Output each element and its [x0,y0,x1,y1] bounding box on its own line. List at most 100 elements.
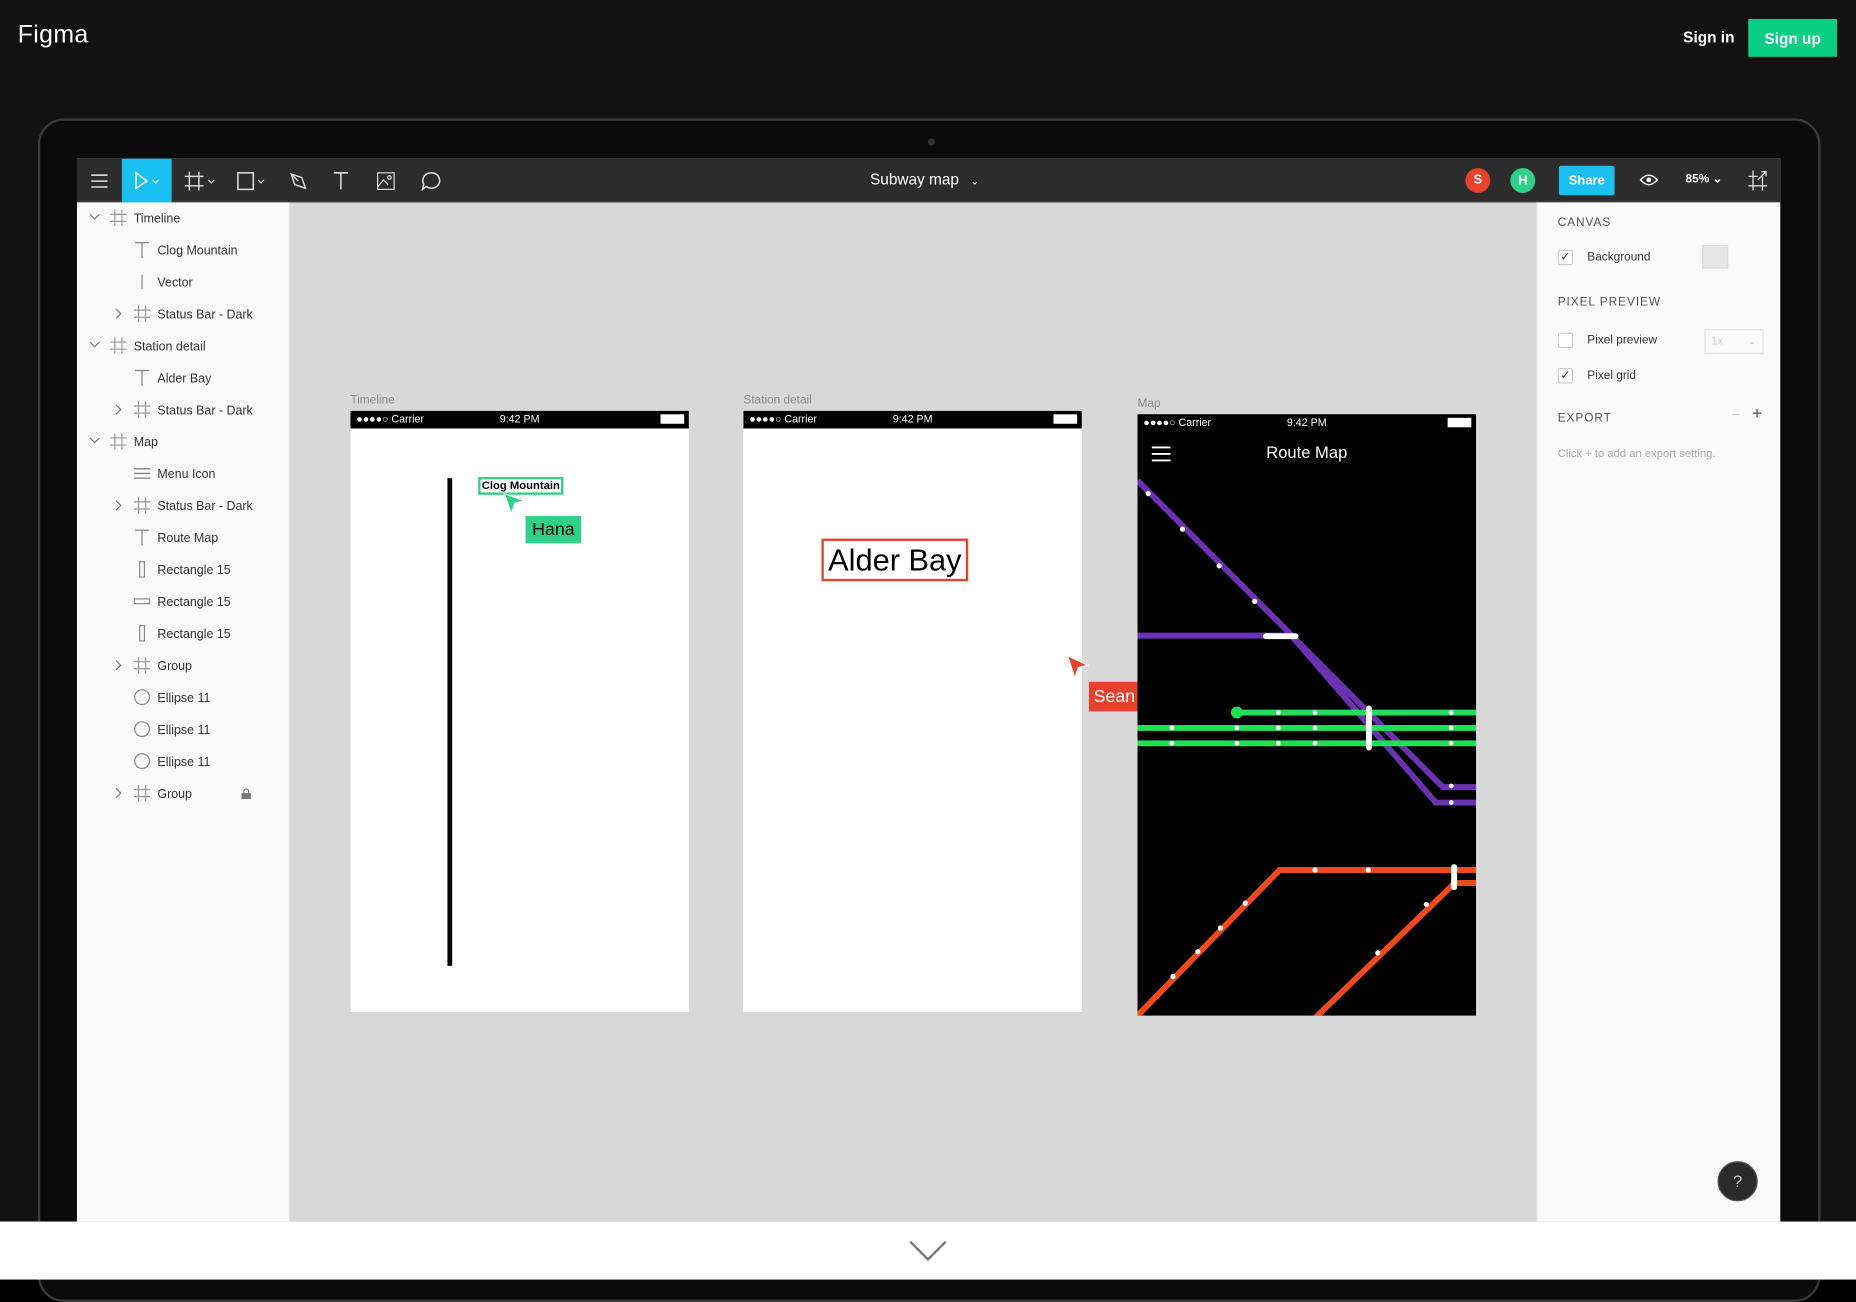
layer-row[interactable]: Ellipse 11 [77,682,290,714]
frame-map[interactable]: ●●●●○ Carrier 9:42 PM Route Map [1137,414,1477,1016]
layer-row[interactable]: Status Bar - Dark [77,298,290,330]
layer-label: Timeline [133,211,181,226]
toolbar: Subway map ⌄ S H Share 85% ⌄ [76,158,1781,203]
chevron-down-icon: ⌄ [1712,172,1723,186]
text-tool-button[interactable] [328,159,354,203]
canvas-heading: CANVAS [1557,216,1612,230]
menu-icon[interactable] [86,159,112,203]
status-bar: ●●●●○ Carrier 9:42 PM [743,410,1082,429]
pixel-grid-checkbox[interactable]: ✓ [1557,368,1574,384]
frame-tool-button[interactable] [181,159,221,203]
help-button[interactable]: ? [1717,1161,1758,1202]
export-heading: EXPORT [1557,411,1612,425]
pixel-preview-checkbox[interactable] [1557,332,1574,348]
add-export-icon[interactable]: + [1752,404,1762,424]
layer-row[interactable]: Status Bar - Dark [77,394,290,426]
layer-row[interactable]: Timeline [77,202,290,234]
comment-tool-button[interactable] [418,159,444,203]
avatar-hana[interactable]: H [1510,168,1536,193]
frame-timeline[interactable]: ●●●●○ Carrier 9:42 PM Clog Mountain Hana [350,410,689,1013]
pixel-preview-scale-select[interactable]: 1x ⌄ [1704,329,1764,354]
chevron-down-icon[interactable] [89,213,101,222]
green-terminal [1231,706,1243,719]
lock-icon[interactable] [241,788,251,799]
frame-icon [133,401,151,418]
chevron-right-icon[interactable] [115,404,124,416]
layer-row[interactable]: Route Map [77,522,290,554]
text-icon [333,171,348,189]
layer-label: Ellipse 11 [157,722,211,737]
stations [1145,490,1458,980]
layer-row[interactable]: Station detail [77,330,290,362]
page-bottom [0,1221,1856,1280]
frame-icon [133,784,151,802]
ellipse-icon [134,721,150,738]
chevron-right-icon[interactable] [115,308,124,320]
chevron-down-icon[interactable] [89,437,101,446]
rectangle-icon [139,624,145,642]
chevron-down-icon: ⌄ [970,175,980,188]
chevron-right-icon[interactable] [115,787,124,799]
pixel-preview-heading: PIXEL PREVIEW [1557,295,1662,309]
chevron-down-icon[interactable] [909,1240,947,1262]
camera-dot [927,138,936,146]
text-icon [134,529,150,546]
background-checkbox[interactable]: ✓ [1557,249,1574,266]
image-tool-button[interactable] [373,159,399,203]
layer-label: Group [157,786,192,801]
rectangle-icon [139,561,145,578]
frame-station-detail[interactable]: ●●●●○ Carrier 9:42 PM Alder Bay [743,410,1082,1013]
hana-cursor-label: Hana [525,516,582,544]
remove-export-icon[interactable]: − [1732,406,1740,423]
layer-row[interactable]: Vector [77,266,290,298]
frame-icon [133,497,151,514]
layer-row[interactable]: Ellipse 11 [77,746,290,778]
file-title: Subway map [869,170,959,189]
text-icon [134,242,150,259]
move-tool-button[interactable] [121,158,172,203]
ellipse-icon [134,689,150,706]
layer-row[interactable]: Clog Mountain [77,234,290,266]
alder-bay-text[interactable]: Alder Bay [821,538,969,582]
share-button[interactable]: Share [1558,165,1615,196]
sign-up-button[interactable]: Sign up [1748,18,1838,57]
layer-row[interactable]: Ellipse 11 [77,714,290,746]
zoom-dropdown[interactable]: 85% ⌄ [1686,173,1723,186]
avatar-sean[interactable]: S [1465,168,1491,193]
layer-row[interactable]: Group [77,778,290,810]
scale-value: 1x [1711,334,1723,347]
time: 9:42 PM [892,413,933,425]
frame-icon [133,305,151,322]
figma-logo[interactable]: Figma [18,21,89,49]
chevron-right-icon[interactable] [115,500,124,512]
sean-cursor-label: Sean [1088,681,1140,712]
pixel-grid-label: Pixel grid [1587,369,1636,383]
layer-row[interactable]: Group [77,650,290,682]
frame-label-map: Map [1137,397,1161,411]
layer-row[interactable]: Rectangle 15 [77,554,290,586]
layer-row[interactable]: Rectangle 15 [77,618,290,650]
ellipse-icon [134,753,150,770]
eye-icon[interactable] [1639,174,1659,186]
layer-row[interactable]: Alder Bay [77,362,290,394]
chevron-right-icon[interactable] [115,659,124,671]
background-color-swatch[interactable] [1702,245,1729,269]
layer-label: Group [157,658,192,673]
timeline-vector[interactable] [447,478,453,966]
layer-row[interactable]: Rectangle 15 [77,586,290,618]
frame-label-timeline: Timeline [350,394,395,408]
sign-in-link[interactable]: Sign in [1683,28,1734,46]
file-title-dropdown[interactable]: Subway map ⌄ [870,170,979,188]
frame-icon [110,433,127,450]
rectangle-tool-button[interactable] [233,159,273,203]
layer-label: Clog Mountain [157,243,238,258]
pen-tool-button[interactable] [285,159,311,203]
menu-lines-icon [133,468,151,479]
chevron-down-icon[interactable] [89,341,101,350]
layer-label: Vector [157,275,193,290]
layer-label: Map [133,434,158,450]
layer-row[interactable]: Status Bar - Dark [77,490,290,522]
layer-row[interactable]: Map [77,426,290,458]
present-icon[interactable] [1748,170,1768,191]
layer-row[interactable]: Menu Icon [77,458,290,490]
